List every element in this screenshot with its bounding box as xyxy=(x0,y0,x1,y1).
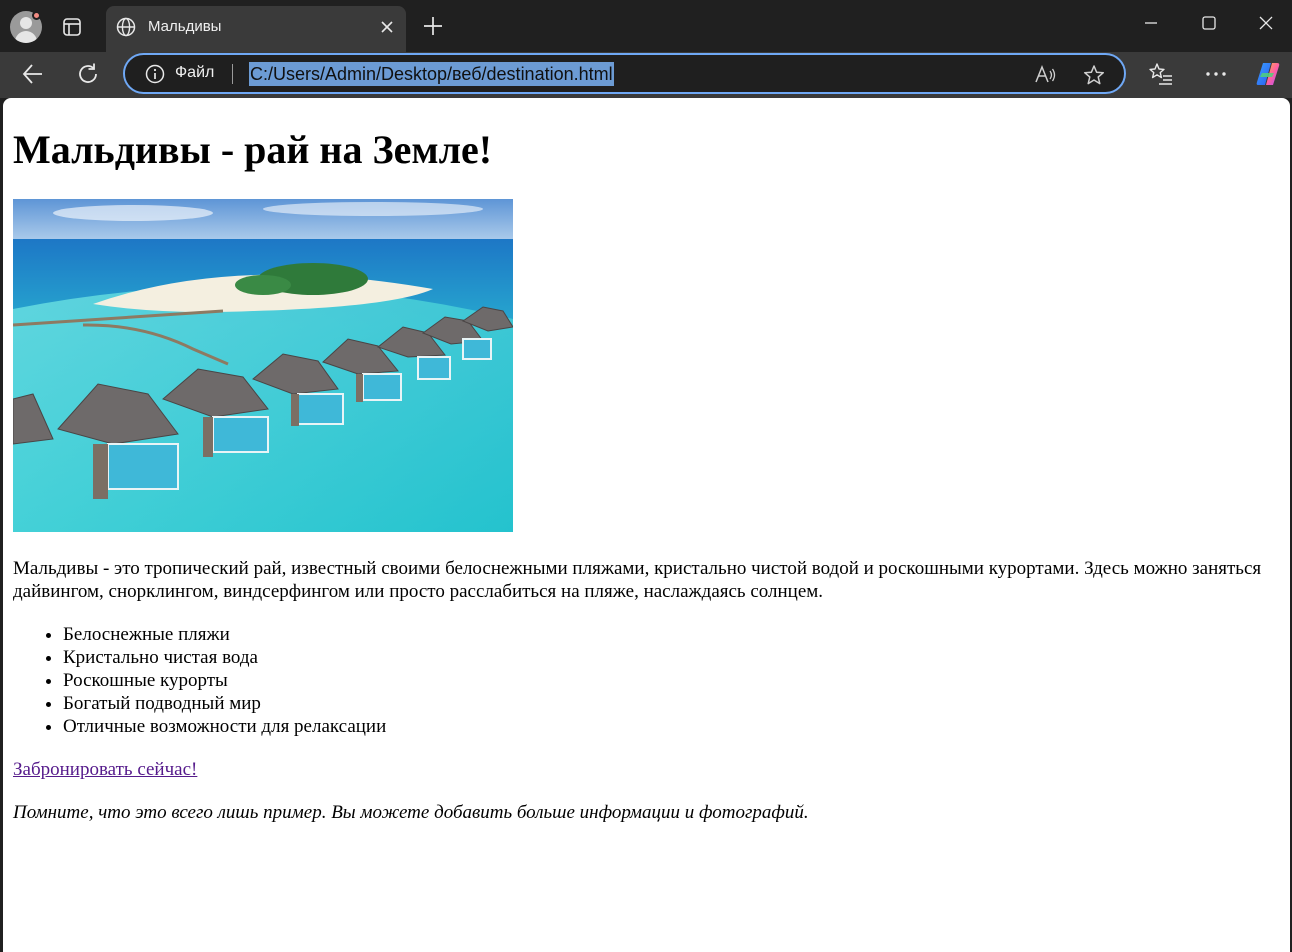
info-icon[interactable] xyxy=(145,64,165,84)
book-now-link[interactable]: Забронировать сейчас! xyxy=(13,758,197,781)
page-heading: Мальдивы - рай на Земле! xyxy=(13,127,493,172)
page-viewport: Мальдивы - рай на Земле! Мальдивы - это … xyxy=(3,98,1290,952)
list-item: Отличные возможности для релаксации xyxy=(63,715,386,738)
list-item: Белоснежные пляжи xyxy=(63,623,386,646)
site-info-label[interactable]: Файл xyxy=(175,64,214,82)
address-bar[interactable]: Файл C:/Users/Admin/Desktop/веб/destinat… xyxy=(123,53,1126,94)
minimize-icon[interactable] xyxy=(1136,12,1166,36)
maximize-icon[interactable] xyxy=(1194,12,1224,36)
description-paragraph: Мальдивы - это тропический рай, известны… xyxy=(13,558,1262,602)
close-tab-icon[interactable] xyxy=(378,18,396,36)
features-list: Белоснежные пляжи Кристально чистая вода… xyxy=(63,623,386,738)
separator xyxy=(232,64,233,84)
star-icon[interactable] xyxy=(1083,64,1105,86)
toolbar: Файл C:/Users/Admin/Desktop/веб/destinat… xyxy=(0,52,1292,98)
list-item: Роскошные курорты xyxy=(63,669,386,692)
url-text[interactable]: C:/Users/Admin/Desktop/веб/destination.h… xyxy=(249,62,614,86)
read-aloud-icon[interactable] xyxy=(1034,64,1056,86)
list-item: Богатый подводный мир xyxy=(63,692,386,715)
copilot-icon[interactable] xyxy=(1254,60,1282,88)
tab-destination[interactable]: Мальдивы xyxy=(106,6,406,52)
note-text: Помните, что это всего лишь пример. Вы м… xyxy=(13,802,809,823)
tab-actions-icon[interactable] xyxy=(60,15,84,39)
favorites-list-icon[interactable] xyxy=(1148,61,1174,87)
new-tab-plus-icon[interactable] xyxy=(422,15,444,37)
list-item: Кристально чистая вода xyxy=(63,646,386,669)
title-bar: Мальдивы xyxy=(0,0,1292,52)
close-window-icon[interactable] xyxy=(1251,12,1281,36)
globe-icon xyxy=(116,17,136,37)
more-icon[interactable] xyxy=(1203,61,1229,87)
tab-title: Мальдивы xyxy=(148,18,222,35)
maldives-resort-photo xyxy=(13,199,513,532)
back-arrow-icon[interactable] xyxy=(20,61,46,87)
notification-dot xyxy=(32,11,41,20)
refresh-icon[interactable] xyxy=(75,61,101,87)
